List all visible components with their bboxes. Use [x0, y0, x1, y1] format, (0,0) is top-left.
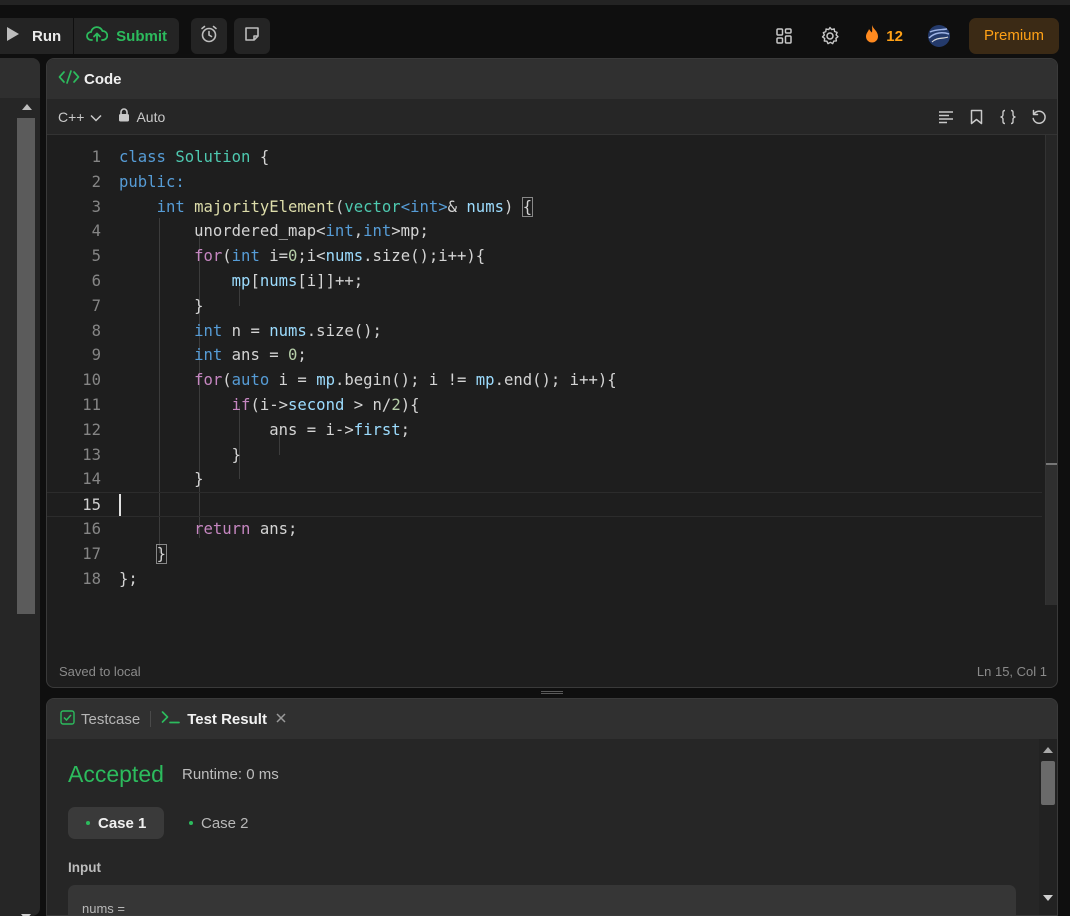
tab-test-result[interactable]: Test Result	[161, 710, 287, 728]
panel-resize-handle[interactable]	[541, 691, 563, 694]
code-line: 7 }	[91, 296, 204, 315]
notes-button[interactable]	[234, 18, 270, 54]
case-2-button[interactable]: Case 2	[171, 807, 267, 839]
code-line: 18};	[82, 569, 138, 588]
code-line: 1 class Solution {	[91, 148, 270, 166]
tab-testcase-label: Testcase	[81, 710, 141, 728]
run-submit-group: Run Submit	[0, 18, 180, 54]
code-line: 13 }	[82, 445, 242, 464]
code-line: 8 int n = nums.size();	[91, 321, 382, 340]
code-line: 6 mp[nums[i]]++;	[91, 272, 364, 290]
lock-icon	[118, 108, 130, 125]
reset-undo-icon[interactable]	[1029, 107, 1048, 126]
description-panel-header	[0, 58, 40, 98]
tab-divider	[150, 711, 152, 727]
cursor-position: Ln 15, Col 1	[976, 664, 1047, 679]
result-tabs: Testcase Test Result	[47, 699, 1057, 739]
description-panel-edge	[0, 58, 40, 916]
tab-testcase[interactable]: Testcase	[60, 709, 141, 729]
code-line: 14 }	[82, 470, 204, 489]
code-editor[interactable]: 1 class Solution { 2 public: 3 int majorit…	[47, 135, 1057, 655]
avatar[interactable]	[927, 24, 951, 48]
editor-scrollbar[interactable]	[1045, 135, 1057, 605]
settings-gear-icon[interactable]	[818, 24, 842, 48]
cloud-upload-icon	[86, 25, 109, 47]
format-lines-icon[interactable]	[936, 107, 955, 126]
code-panel-title: Code	[84, 70, 122, 88]
save-status: Saved to local	[59, 664, 141, 679]
top-bar: Run Submit 12 Premium	[0, 0, 1070, 58]
runtime-text: Runtime: 0 ms	[182, 766, 279, 783]
input-preview: nums =	[82, 901, 125, 916]
editor-tools	[936, 107, 1048, 126]
input-value-box: nums =	[68, 885, 1016, 916]
code-line-active: 15	[47, 492, 1042, 517]
editor-status-bar: Saved to local Ln 15, Col 1	[47, 655, 1057, 687]
timer-button[interactable]	[191, 18, 227, 54]
left-scrollbar-thumb[interactable]	[17, 118, 35, 614]
pass-dot-icon	[86, 821, 90, 825]
streak-count: 12	[886, 27, 903, 45]
test-result-panel: Testcase Test Result Accepted Runtime: 0…	[46, 698, 1058, 916]
bookmark-icon[interactable]	[967, 107, 986, 126]
fire-icon	[864, 24, 880, 48]
checkbox-icon	[60, 709, 75, 729]
run-label: Run	[32, 27, 62, 45]
auto-mode-label: Auto	[136, 108, 166, 125]
submit-label: Submit	[116, 27, 168, 45]
play-icon	[6, 26, 20, 46]
code-line: 12 ans = i->first;	[82, 420, 411, 439]
text-cursor	[119, 494, 121, 517]
code-panel: Code C++ Auto 1 class Solution {2 publi…	[46, 58, 1058, 688]
topbar-right-group: 12 Premium	[772, 18, 1070, 54]
case-2-label: Case 2	[201, 814, 249, 832]
code-line: 11 if(i->second > n/2){	[82, 396, 420, 414]
code-line: 16 return ans;	[82, 520, 298, 538]
chevron-down-icon	[90, 109, 102, 125]
result-status: Accepted	[68, 761, 164, 787]
result-scrollbar[interactable]	[1039, 739, 1057, 915]
editor-toolbar: C++ Auto	[47, 99, 1057, 135]
tab-test-result-label: Test Result	[187, 710, 267, 728]
case-1-label: Case 1	[98, 814, 147, 832]
submit-button[interactable]: Submit	[74, 18, 179, 54]
code-line: 3 int majorityElement(vector<int>& nums)…	[91, 196, 534, 217]
close-icon[interactable]	[275, 711, 287, 728]
input-label: Input	[68, 860, 101, 875]
scroll-down-arrow-icon[interactable]	[1043, 895, 1053, 901]
code-brackets-icon	[58, 69, 80, 89]
layout-grid-icon[interactable]	[772, 24, 796, 48]
result-body: Accepted Runtime: 0 ms Case 1 Case 2 Inp…	[47, 739, 1041, 916]
code-line: 5 for(int i=0;i<nums.size();i++){	[91, 247, 486, 266]
code-line: 10 for(auto i = mp.begin(); i != mp.end(…	[82, 371, 617, 390]
note-icon	[243, 25, 261, 48]
terminal-prompt-icon	[161, 710, 181, 728]
result-scrollbar-thumb[interactable]	[1041, 761, 1055, 805]
scroll-up-arrow-icon[interactable]	[22, 104, 32, 110]
language-value: C++	[58, 108, 85, 125]
curly-braces-icon[interactable]	[998, 107, 1017, 126]
auto-mode[interactable]: Auto	[118, 108, 165, 125]
code-line: 9 int ans = 0;	[91, 346, 307, 365]
case-1-button[interactable]: Case 1	[68, 807, 165, 839]
streak-counter[interactable]: 12	[864, 24, 903, 48]
code-line: 4 unordered_map<int,int>mp;	[91, 222, 429, 241]
run-button[interactable]: Run	[0, 18, 75, 54]
editor-scrollbar-thumb[interactable]	[1046, 465, 1057, 605]
code-line: 2 public:	[91, 172, 185, 191]
alarm-clock-icon	[199, 24, 219, 49]
code-line: 17 }	[82, 543, 167, 564]
language-select[interactable]: C++	[58, 109, 102, 125]
code-panel-header: Code	[47, 59, 1057, 99]
scroll-up-arrow-icon[interactable]	[1043, 747, 1053, 753]
premium-button[interactable]: Premium	[968, 18, 1059, 54]
pass-dot-icon	[189, 821, 193, 825]
